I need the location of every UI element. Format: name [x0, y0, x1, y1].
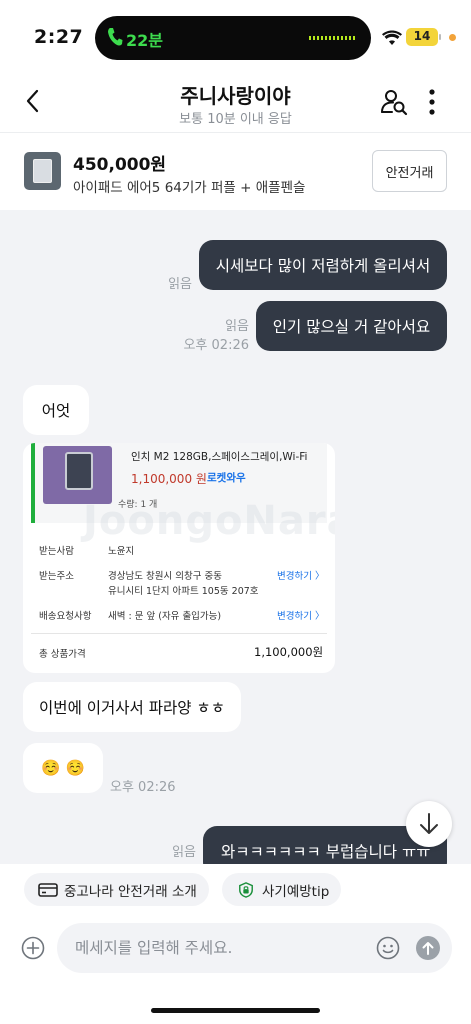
- shield-lock-icon: [239, 881, 253, 898]
- phone-icon: [108, 28, 123, 46]
- safe-trade-button[interactable]: 안전거래: [372, 150, 447, 192]
- read-receipt: 읽음: [168, 277, 192, 292]
- read-receipt: 읽음: [172, 845, 196, 860]
- wifi-icon: [382, 30, 402, 45]
- message-input-container: [57, 923, 452, 973]
- order-product-spec: 인치 M2 128GB,스페이스그레이,Wi-Fi: [131, 451, 308, 463]
- message-bubble-outgoing[interactable]: 시세보다 많이 저렴하게 올리셔서: [199, 240, 447, 290]
- arrow-down-icon: [420, 813, 438, 834]
- change-delivery-link: 변경하기 〉: [277, 611, 325, 622]
- change-address-link: 변경하기 〉: [277, 571, 325, 582]
- chat-header: 주니사랑이야 보통 10분 이내 응답: [0, 72, 471, 132]
- battery-icon: 14: [406, 28, 441, 46]
- arrow-up-icon: [422, 942, 434, 955]
- address-label: 받는주소: [39, 571, 74, 582]
- divider: [31, 633, 327, 634]
- order-product-image: [43, 446, 112, 504]
- message-bubble-incoming[interactable]: 이번에 이거사서 파라양 ㅎㅎ: [23, 682, 241, 732]
- watermark: JoongoNara: [83, 498, 335, 544]
- composer-area: 중고나라 안전거래 소개 사기예방tip: [0, 864, 471, 1024]
- mic-indicator-dot: [449, 34, 456, 41]
- tablet-image: [33, 159, 52, 183]
- product-thumbnail[interactable]: [24, 152, 61, 190]
- status-bar: 2:27 22분 14: [0, 0, 471, 72]
- fraud-prevention-tip-label: 사기예방tip: [262, 883, 330, 900]
- product-name: 아이패드 에어5 64기가 퍼플 + 애플펜슬: [73, 180, 306, 196]
- address-line2: 유니시티 1단지 아파트 105동 207호: [108, 586, 259, 597]
- message-time: 오후 02:26: [110, 780, 176, 795]
- user-search-icon[interactable]: [380, 88, 408, 116]
- rocket-wow-badge: 로켓와우: [207, 472, 246, 484]
- message-bubble-incoming[interactable]: 어엇: [23, 385, 89, 435]
- more-options-icon[interactable]: [422, 88, 442, 116]
- read-receipt: 읽음: [225, 319, 249, 334]
- message-time: 오후 02:26: [183, 338, 249, 353]
- safe-trade-intro-label: 중고나라 안전거래 소개: [64, 883, 197, 900]
- fraud-prevention-tip-chip[interactable]: 사기예방tip: [222, 873, 341, 906]
- order-product-price: 1,100,000 원: [131, 472, 207, 486]
- status-time: 2:27: [34, 26, 84, 48]
- battery-level: 14: [413, 29, 431, 43]
- scroll-to-bottom-button[interactable]: [406, 801, 452, 847]
- dynamic-island-call[interactable]: 22분: [95, 16, 371, 60]
- card-icon: [38, 882, 58, 897]
- call-duration: 22분: [126, 31, 163, 50]
- total-value: 1,100,000원: [254, 645, 324, 659]
- image-message-order-screenshot[interactable]: 인치 M2 128GB,스페이스그레이,Wi-Fi 1,100,000 원 로켓…: [23, 443, 335, 673]
- total-label: 총 상품가격: [39, 649, 86, 660]
- audio-wave-icon: [309, 36, 355, 40]
- message-bubble-incoming[interactable]: ☺️ ☺️: [23, 743, 103, 793]
- address-line1: 경상남도 창원시 의창구 중동: [108, 571, 222, 582]
- chat-area[interactable]: 읽음 시세보다 많이 저렴하게 올리셔서 읽음 오후 02:26 인기 많으실 …: [0, 210, 471, 864]
- receiver-value: 노윤지: [108, 546, 135, 557]
- add-attachment-icon[interactable]: [21, 936, 45, 960]
- send-button[interactable]: [416, 936, 440, 960]
- tablet-image: [65, 452, 93, 490]
- delivery-request-value: 새벽 : 문 앞 (자유 출입가능): [108, 611, 222, 622]
- safe-trade-intro-chip[interactable]: 중고나라 안전거래 소개: [24, 873, 209, 906]
- emoji-icon[interactable]: [376, 936, 400, 960]
- receiver-label: 받는사람: [39, 546, 74, 557]
- home-indicator: [151, 1008, 320, 1013]
- message-input[interactable]: [75, 923, 365, 973]
- delivery-request-label: 배송요청사항: [39, 611, 92, 622]
- product-summary[interactable]: 450,000원 아이패드 에어5 64기가 퍼플 + 애플펜슬 안전거래: [0, 132, 471, 210]
- message-bubble-outgoing[interactable]: 인기 많으실 거 같아서요: [256, 301, 447, 351]
- product-price: 450,000원: [73, 155, 167, 175]
